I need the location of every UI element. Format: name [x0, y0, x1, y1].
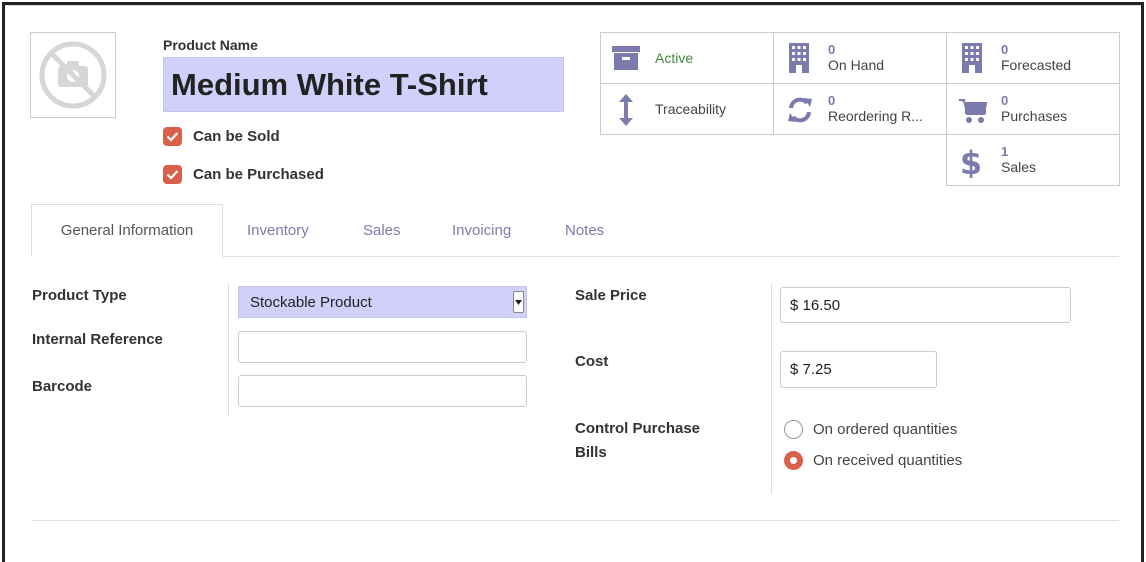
reordering-label: Reordering R... — [828, 108, 923, 124]
purchases-label: Purchases — [1001, 108, 1068, 124]
no-camera-icon — [39, 41, 107, 109]
can-be-sold-label: Can be Sold — [193, 128, 280, 145]
radio-button[interactable] — [784, 420, 803, 439]
on-hand-label: On Hand — [828, 57, 885, 73]
product-type-value: Stockable Product — [250, 293, 372, 311]
control-purchase-bills-label-line2: Bills — [575, 444, 607, 461]
product-name-input[interactable]: Medium White T-Shirt — [163, 57, 564, 112]
radio-received-quantities[interactable]: On received quantities — [784, 451, 962, 470]
cost-input[interactable]: $ 7.25 — [780, 351, 937, 388]
on-hand-count: 0 — [828, 42, 836, 57]
internal-reference-input[interactable] — [238, 331, 527, 363]
tab-invoicing[interactable]: Invoicing — [452, 222, 511, 239]
radio-ordered-label: On ordered quantities — [813, 421, 958, 438]
tab-general-information[interactable]: General Information — [31, 204, 223, 257]
on-hand-button[interactable]: 0 On Hand — [773, 32, 947, 84]
can-be-purchased-checkbox[interactable] — [163, 165, 182, 184]
tab-inventory[interactable]: Inventory — [247, 222, 309, 239]
dollar-icon: $ — [960, 144, 982, 178]
right-group-separator — [771, 284, 772, 494]
building-icon — [962, 43, 982, 73]
sale-price-input[interactable]: $ 16.50 — [780, 287, 1071, 323]
can-be-purchased-row[interactable]: Can be Purchased — [163, 165, 324, 184]
sales-label: Sales — [1001, 159, 1037, 175]
cost-label: Cost — [575, 353, 609, 370]
product-type-select[interactable]: Stockable Product — [238, 286, 527, 318]
barcode-label: Barcode — [32, 378, 93, 395]
purchases-button[interactable]: 0 Purchases — [946, 83, 1120, 135]
bottom-divider — [32, 520, 1119, 521]
active-label: Active — [655, 50, 694, 66]
radio-received-label: On received quantities — [813, 452, 963, 469]
forecasted-button[interactable]: 0 Forecasted — [946, 32, 1120, 84]
product-name-label: Product Name — [163, 37, 258, 53]
svg-text:$: $ — [960, 144, 982, 178]
traceability-button[interactable]: Traceability — [600, 83, 774, 135]
radio-button-selected[interactable] — [784, 451, 803, 470]
tab-notes[interactable]: Notes — [565, 222, 604, 239]
product-image[interactable] — [30, 32, 116, 118]
radio-ordered-quantities[interactable]: On ordered quantities — [784, 420, 957, 439]
building-icon — [789, 43, 809, 73]
control-purchase-bills-label: Control Purchase Bills — [575, 417, 700, 465]
control-purchase-bills-label-line1: Control Purchase — [575, 420, 701, 437]
sale-price-label: Sale Price — [575, 287, 647, 304]
can-be-sold-checkbox[interactable] — [163, 127, 182, 146]
reordering-rules-button[interactable]: 0 Reordering R... — [773, 83, 947, 135]
purchases-count: 0 — [1001, 93, 1009, 108]
left-group-separator — [228, 284, 229, 416]
check-icon — [166, 132, 179, 142]
can-be-purchased-label: Can be Purchased — [193, 166, 324, 183]
check-icon — [166, 170, 179, 180]
shopping-cart-icon — [959, 99, 987, 123]
forecasted-label: Forecasted — [1001, 57, 1072, 73]
barcode-input[interactable] — [238, 375, 527, 407]
active-toggle-button[interactable]: Active — [600, 32, 774, 84]
internal-reference-label: Internal Reference — [32, 331, 163, 348]
top-divider — [5, 5, 1141, 6]
traceability-label: Traceability — [655, 101, 727, 117]
reordering-count: 0 — [828, 93, 836, 108]
tab-sales[interactable]: Sales — [363, 222, 401, 239]
vertical-arrows-icon — [619, 94, 633, 126]
archive-icon — [612, 46, 640, 70]
sales-count: 1 — [1001, 144, 1009, 159]
chevron-down-icon — [513, 291, 524, 313]
sales-button[interactable]: $ 1 Sales — [946, 134, 1120, 186]
product-type-label: Product Type — [32, 287, 127, 304]
forecasted-count: 0 — [1001, 42, 1009, 57]
refresh-icon — [788, 97, 812, 123]
can-be-sold-row[interactable]: Can be Sold — [163, 127, 280, 146]
